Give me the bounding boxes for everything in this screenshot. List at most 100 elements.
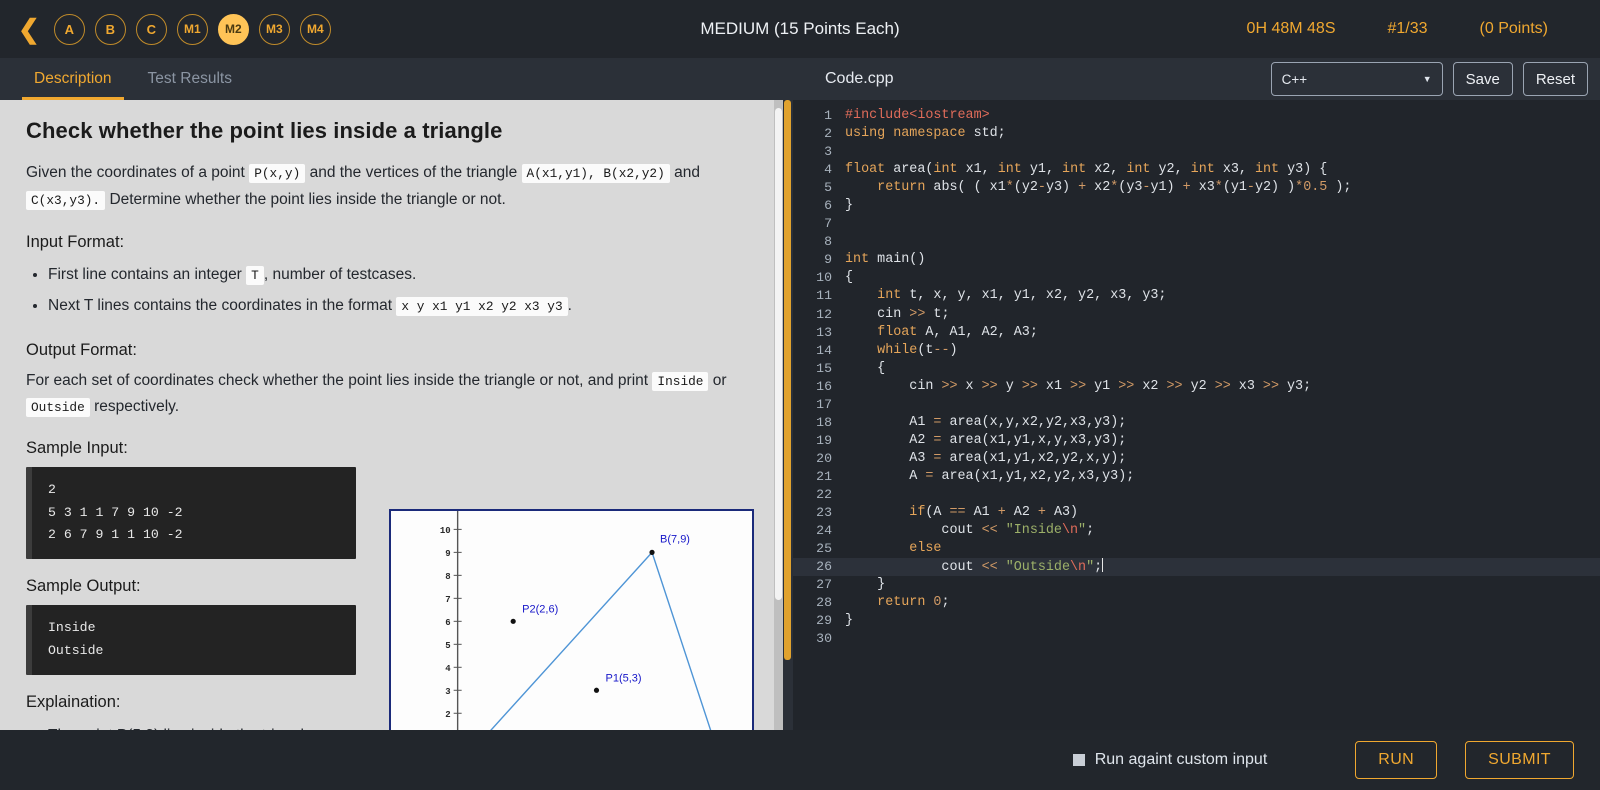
code-line: 2 6 7 9 1 1 10 -2	[48, 527, 183, 543]
line-number-gutter: 1234▾5678910▾1112131415▾1617181920212223…	[793, 100, 846, 730]
code-token: *	[1214, 180, 1223, 196]
tab-description[interactable]: Description	[16, 58, 130, 100]
code-token: A, A1, A2, A3;	[925, 324, 1038, 340]
code-token: y3)	[1045, 180, 1079, 196]
line-number: 11	[816, 288, 832, 304]
description-scrollbar-thumb[interactable]	[775, 108, 782, 600]
sample-input-heading: Sample Input:	[26, 439, 128, 458]
code-line: while(t--)	[837, 342, 1600, 360]
code-line: }	[837, 612, 1600, 630]
description-scrollbar[interactable]	[774, 100, 783, 730]
question-nav-m4[interactable]: M4	[299, 13, 331, 45]
code-token: ;	[1094, 560, 1103, 576]
line-number: 17	[816, 396, 832, 412]
chevron-left-icon[interactable]: ❮	[18, 16, 40, 42]
code-line: }	[837, 197, 1600, 215]
run-button[interactable]: RUN	[1355, 741, 1438, 779]
code-token: 0.5	[1303, 180, 1328, 196]
code-token: -	[1037, 180, 1046, 196]
chip-inside: Inside	[652, 371, 709, 391]
code-token: >>	[1166, 378, 1191, 394]
chip-outside: Outside	[26, 398, 90, 418]
reset-button[interactable]: Reset	[1522, 62, 1588, 96]
editor-scrollbar[interactable]	[783, 100, 793, 730]
code-line: A3 = area(x1,y1,x2,y2,x,y);	[837, 450, 1600, 468]
code-token: int	[1190, 162, 1223, 178]
question-nav-c[interactable]: C	[135, 13, 167, 45]
tab-test-results[interactable]: Test Results	[130, 58, 250, 100]
question-nav-m1[interactable]: M1	[176, 13, 208, 45]
input-format-list: First line contains an integer T, number…	[48, 260, 757, 320]
top-status: 0H 48M 48S #1/33 (0 Points)	[1221, 20, 1600, 38]
save-button[interactable]: Save	[1452, 62, 1513, 96]
code-line: {	[837, 360, 1600, 378]
code-token: "	[1078, 523, 1087, 539]
code-line: Inside	[48, 620, 96, 636]
points-display: (0 Points)	[1479, 20, 1548, 37]
code-token: >>	[1262, 378, 1288, 394]
code-token: #include<iostream>	[845, 108, 990, 123]
line-number: 22	[816, 486, 832, 502]
question-nav-m2[interactable]: M2	[217, 13, 249, 45]
code-line: }	[837, 576, 1600, 594]
editor-scrollbar-thumb[interactable]	[784, 100, 791, 660]
code-token: y1	[1094, 378, 1119, 394]
checkbox-icon[interactable]	[1072, 754, 1085, 766]
triangle-figure: -2-11234567891012345678910A(1,1)B(7,9)C(…	[389, 509, 754, 730]
code-token: area(x1,y1,x2,y2,x,y);	[949, 450, 1127, 466]
code-token: +	[1182, 180, 1199, 196]
code-text-area[interactable]: #include<iostream> using namespace std; f…	[837, 100, 1600, 730]
line-number: 18	[816, 414, 832, 430]
code-token: \n	[1061, 523, 1079, 539]
language-select[interactable]: C++ ▼	[1270, 62, 1443, 96]
code-line: float A, A1, A2, A3;	[837, 324, 1600, 342]
line-number: 8	[824, 234, 832, 250]
line-number: 16	[816, 378, 832, 394]
y-tick-label: 7	[445, 595, 450, 605]
code-token: x3,	[1222, 162, 1255, 178]
code-line: if(A == A1 + A2 + A3)	[837, 504, 1600, 522]
sample-input-block: 2 5 3 1 1 7 9 10 -2 2 6 7 9 1 1 10 -2	[26, 467, 356, 560]
line-number: 15▾	[793, 360, 846, 378]
code-line: #include<iostream>	[837, 107, 1600, 125]
y-tick-label: 8	[445, 572, 450, 582]
question-nav-m3[interactable]: M3	[258, 13, 290, 45]
code-token: x2,	[1094, 162, 1127, 178]
code-token: +	[997, 505, 1014, 521]
code-token: <<	[981, 523, 1006, 539]
bullet-1-text-a: First line contains an integer	[48, 266, 242, 284]
code-token: cout	[845, 523, 982, 539]
code-token: x2	[1094, 180, 1111, 196]
code-token: else	[909, 541, 942, 557]
y-tick-label: 6	[445, 618, 450, 628]
code-token: >>	[1021, 378, 1046, 394]
line-number: 4▾	[793, 161, 846, 179]
code-token: float	[845, 162, 894, 178]
code-line: cin >> t;	[837, 306, 1600, 324]
code-token: x1	[1045, 378, 1071, 394]
chip-point: P(x,y)	[249, 164, 306, 183]
code-token: >>	[981, 378, 1006, 394]
code-token: if	[909, 505, 926, 521]
tab-strip: Description Test Results	[0, 58, 783, 100]
intro-text-3: and	[674, 164, 700, 181]
line-number: 9	[824, 252, 832, 268]
line-number: 5	[824, 180, 832, 196]
bullet-1-text-b: , number of testcases.	[263, 266, 417, 284]
custom-input-checkbox[interactable]: Run againt custom input	[1072, 751, 1267, 769]
code-token: area(x,y,x2,y2,x3,y3);	[949, 414, 1127, 430]
code-token: main()	[877, 252, 926, 268]
submit-button[interactable]: SUBMIT	[1465, 741, 1574, 779]
line-number: 30	[816, 631, 832, 647]
question-nav-b[interactable]: B	[94, 13, 126, 45]
code-token: area(x1,y1,x2,y2,x3,y3);	[941, 468, 1135, 484]
question-nav-a[interactable]: A	[53, 13, 85, 45]
code-token: }	[845, 613, 854, 629]
code-token: y1,	[1029, 162, 1063, 178]
code-token: =	[933, 432, 950, 448]
code-token: t, x, y, x1, y1, x2, y2, x3, y3;	[909, 288, 1167, 304]
